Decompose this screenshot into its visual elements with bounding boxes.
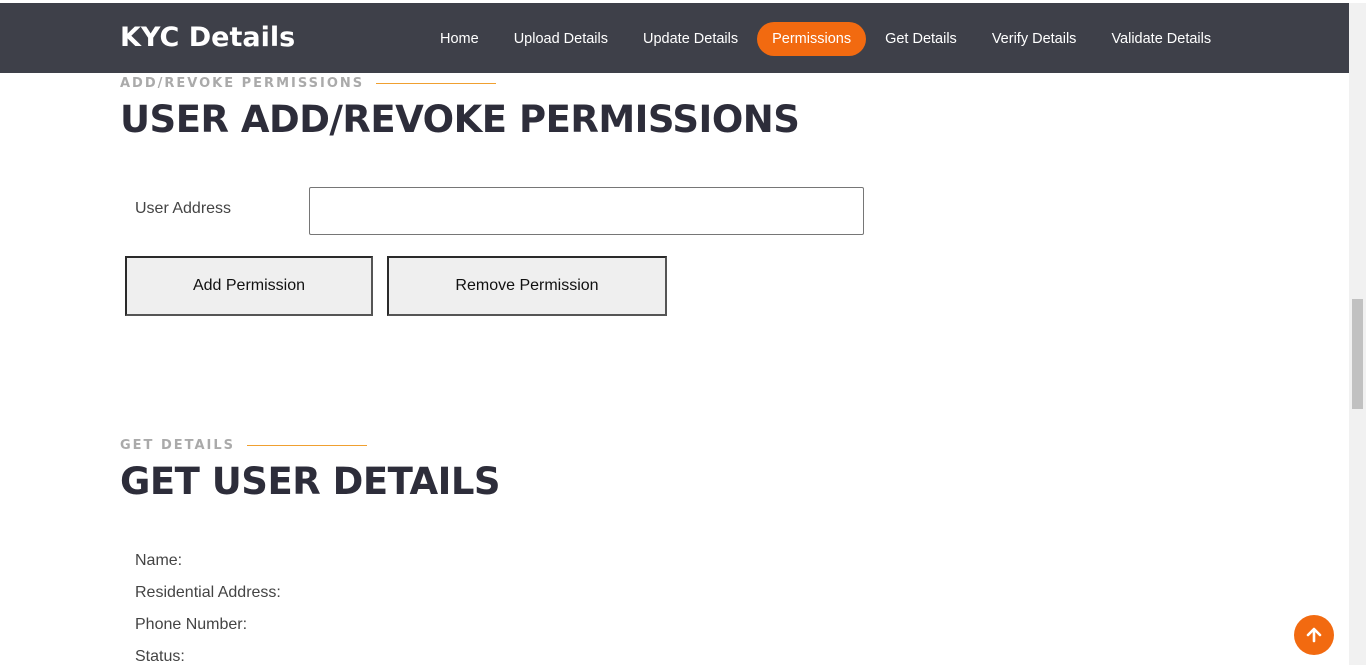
- get-details-title: GET USER DETAILS: [120, 460, 501, 503]
- arrow-up-icon: [1306, 627, 1322, 643]
- scrollbar-thumb[interactable]: [1352, 299, 1363, 409]
- back-to-top-button[interactable]: [1294, 615, 1334, 655]
- add-permission-button[interactable]: Add Permission: [125, 256, 373, 316]
- nav-validate-details[interactable]: Validate Details: [1095, 22, 1227, 56]
- nav-upload-details[interactable]: Upload Details: [498, 22, 624, 56]
- nav-home[interactable]: Home: [424, 22, 495, 56]
- nav-get-details[interactable]: Get Details: [869, 22, 973, 56]
- permissions-section-tag: ADD/REVOKE PERMISSIONS: [120, 76, 497, 91]
- nav-permissions[interactable]: Permissions: [757, 22, 867, 56]
- tag-divider: [376, 83, 497, 84]
- detail-name: Name:: [135, 552, 183, 569]
- user-address-label: User Address: [135, 200, 232, 217]
- top-navbar: KYC Details Home Upload Details Update D…: [0, 3, 1349, 73]
- detail-phone-number: Phone Number:: [135, 616, 248, 633]
- user-address-input[interactable]: [309, 187, 864, 235]
- permissions-tag-text: ADD/REVOKE PERMISSIONS: [120, 76, 365, 91]
- tag-divider: [247, 445, 368, 446]
- page-scrollbar[interactable]: [1349, 3, 1366, 665]
- remove-permission-button[interactable]: Remove Permission: [387, 256, 667, 316]
- get-details-section-tag: GET DETAILS: [120, 438, 368, 453]
- permissions-title: USER ADD/REVOKE PERMISSIONS: [120, 98, 800, 141]
- detail-status: Status:: [135, 648, 185, 665]
- user-details-list: Name: Residential Address: Phone Number:…: [135, 550, 281, 665]
- nav-verify-details[interactable]: Verify Details: [976, 22, 1093, 56]
- main-nav: Home Upload Details Update Details Permi…: [424, 22, 1230, 56]
- get-details-tag-text: GET DETAILS: [120, 438, 236, 453]
- nav-update-details[interactable]: Update Details: [627, 22, 754, 56]
- brand-logo[interactable]: KYC Details: [120, 3, 295, 73]
- detail-residential-address: Residential Address:: [135, 584, 281, 601]
